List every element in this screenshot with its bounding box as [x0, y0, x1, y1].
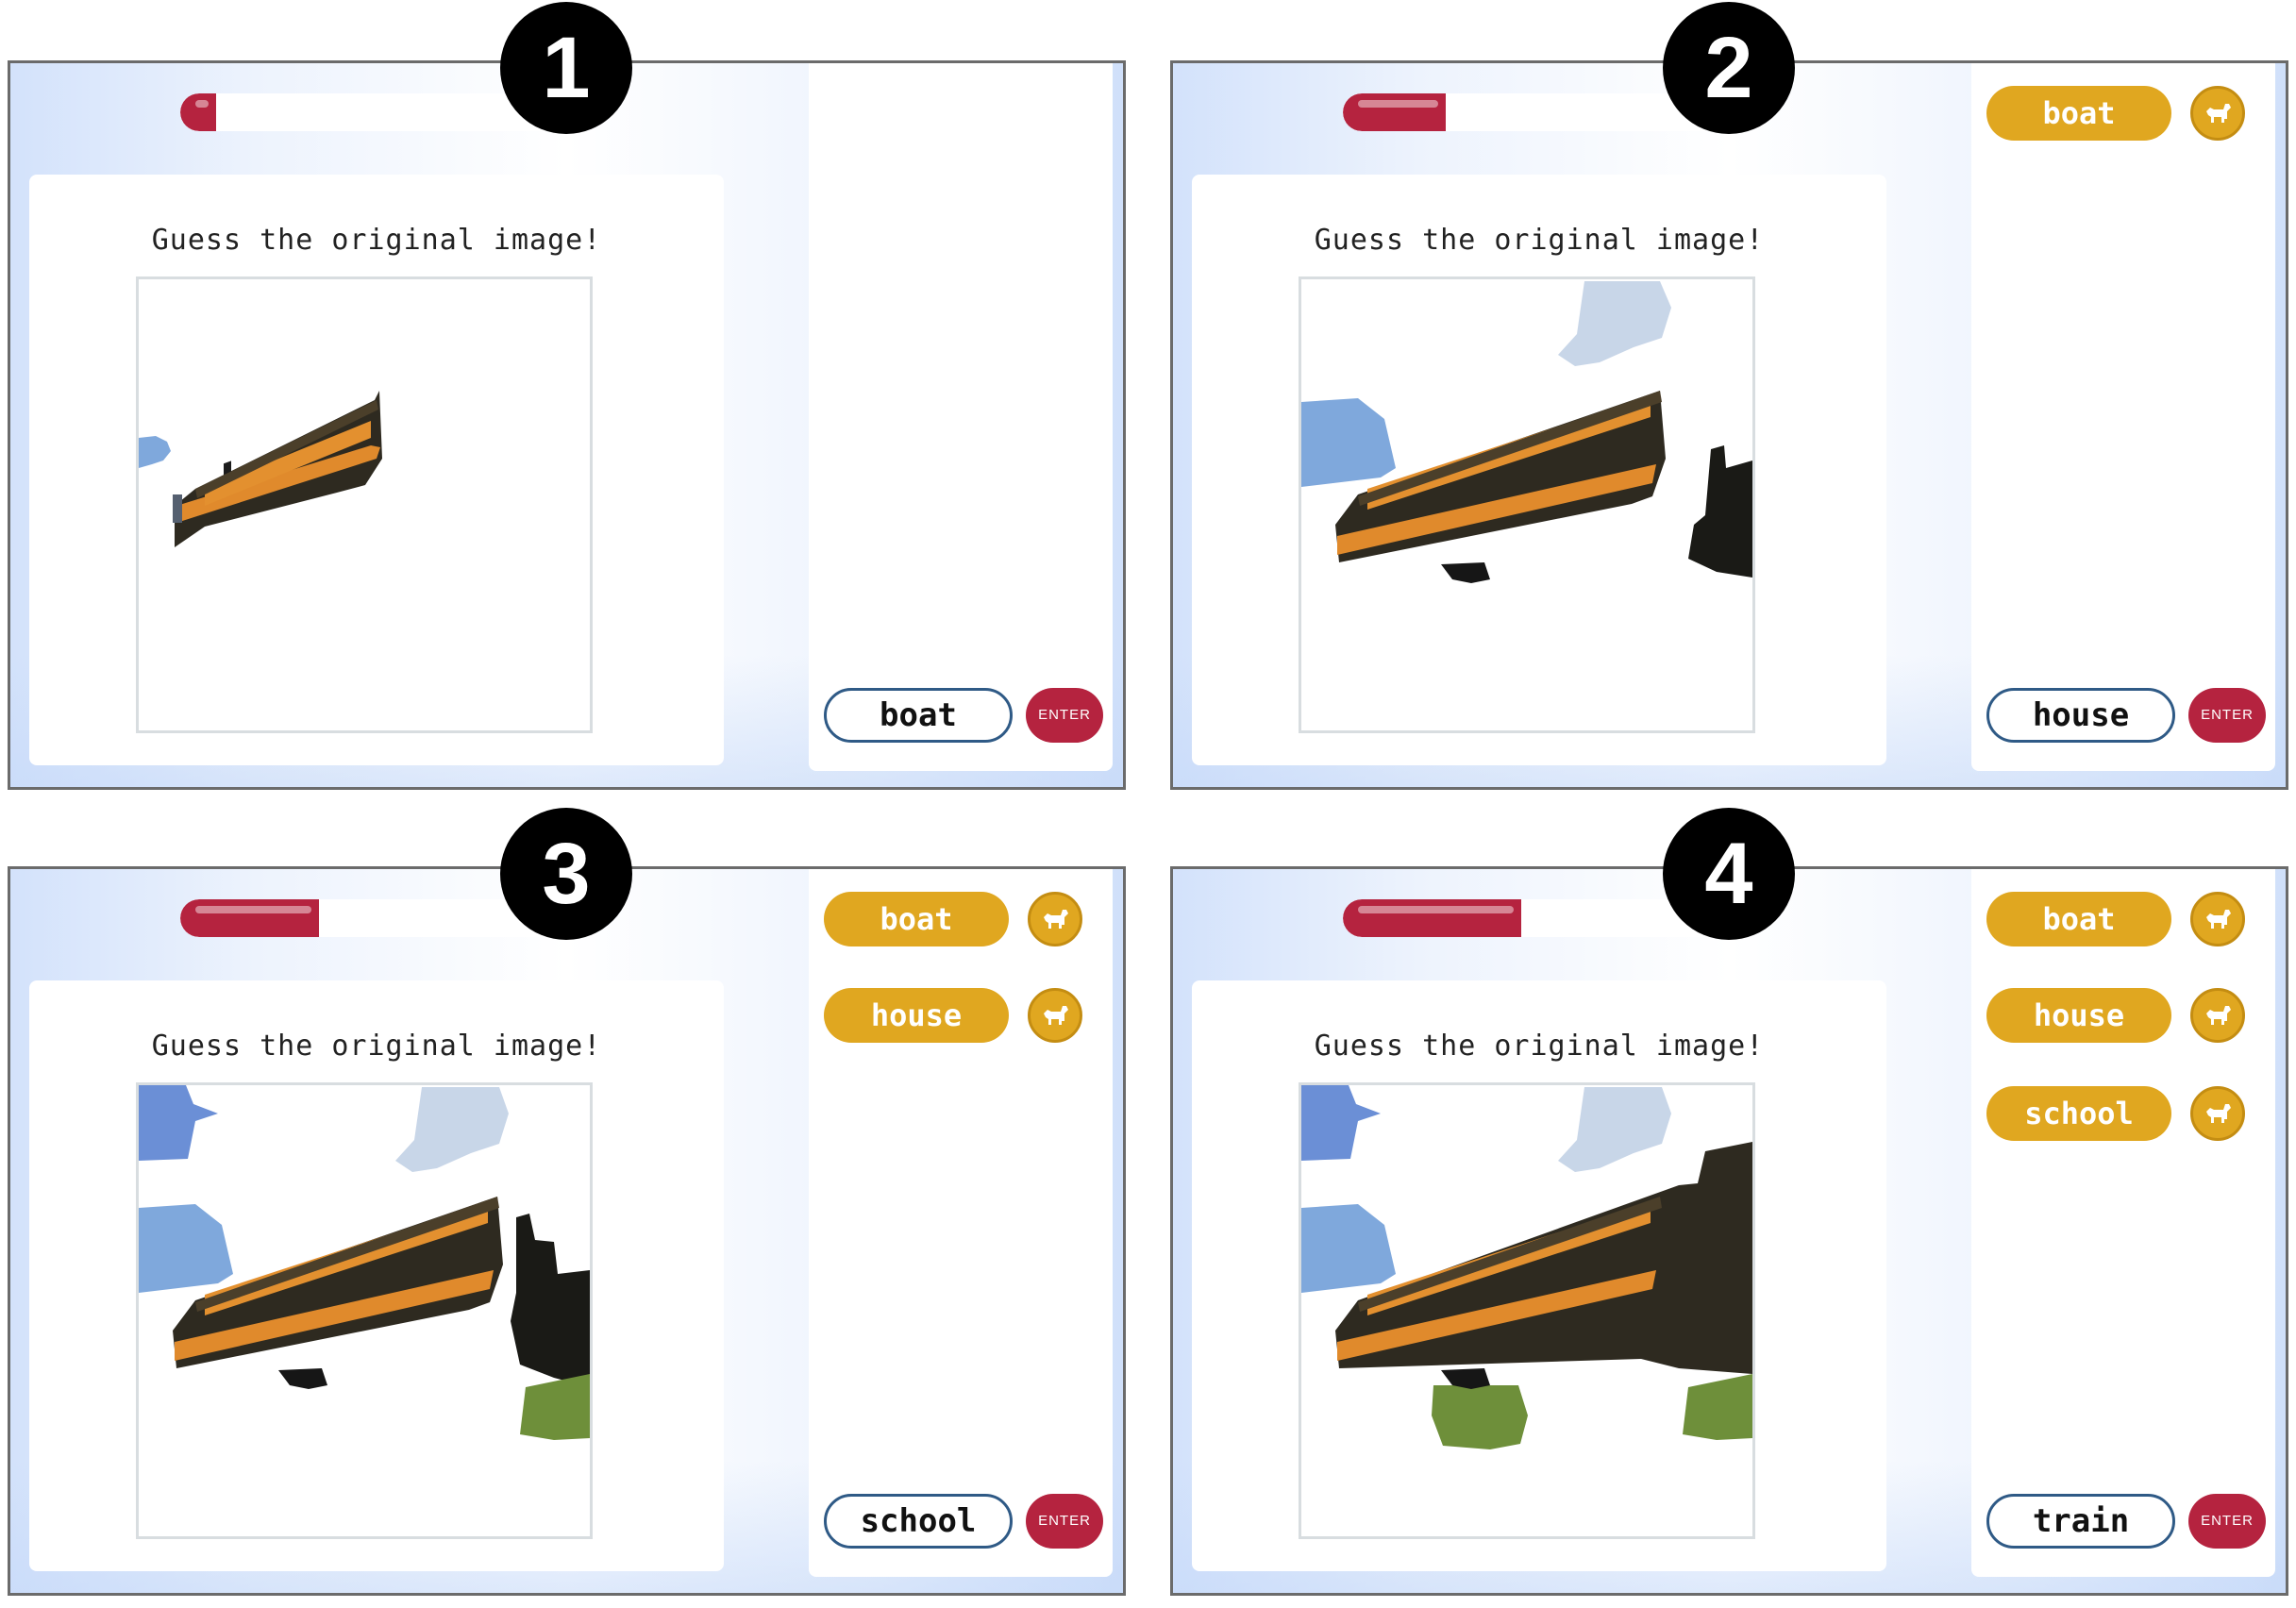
panel-step-3: Guess the original image! boat house sch…	[8, 866, 1126, 1596]
revealed-image	[136, 276, 593, 733]
dog-icon	[1028, 988, 1082, 1043]
game-card: Guess the original image!	[29, 175, 724, 765]
step-badge: 3	[500, 808, 632, 940]
panel-step-4: Guess the original image! boat house sch…	[1170, 866, 2288, 1596]
game-card: Guess the original image!	[1192, 175, 1886, 765]
guess-chip: house	[1986, 988, 2171, 1043]
step-badge: 4	[1663, 808, 1795, 940]
enter-button[interactable]: ENTER	[2188, 688, 2266, 743]
revealed-image	[1299, 276, 1755, 733]
game-card: Guess the original image!	[29, 980, 724, 1571]
step-badge: 1	[500, 2, 632, 134]
progress-fill	[180, 899, 319, 937]
revealed-image	[1299, 1082, 1755, 1539]
step-badge: 2	[1663, 2, 1795, 134]
guess-input[interactable]: boat	[824, 688, 1013, 743]
partial-train-image	[139, 1085, 590, 1440]
guess-input[interactable]: house	[1986, 688, 2175, 743]
guess-sidebar: boat house school train ENTER	[1971, 869, 2275, 1577]
revealed-image	[136, 1082, 593, 1539]
guess-sidebar: boat ENTER	[809, 63, 1113, 771]
progress-fill	[1343, 93, 1447, 131]
prompt-text: Guess the original image!	[151, 1030, 602, 1063]
partial-train-image	[1301, 281, 1752, 583]
guess-input[interactable]: school	[824, 1494, 1013, 1549]
guess-sidebar: boat house school ENTER	[809, 869, 1113, 1577]
guess-input[interactable]: train	[1986, 1494, 2175, 1549]
prompt-text: Guess the original image!	[1314, 224, 1765, 257]
guess-sidebar: boat house ENTER	[1971, 63, 2275, 771]
enter-button[interactable]: ENTER	[1026, 1494, 1103, 1549]
progress-fill	[1343, 899, 1521, 937]
guess-chip: school	[1986, 1086, 2171, 1141]
panel-step-2: Guess the original image! boat house ENT…	[1170, 60, 2288, 790]
guess-chip: house	[824, 988, 1009, 1043]
prompt-text: Guess the original image!	[151, 224, 602, 257]
enter-button[interactable]: ENTER	[2188, 1494, 2266, 1549]
game-card: Guess the original image!	[1192, 980, 1886, 1571]
guess-chip: boat	[824, 892, 1009, 946]
dog-icon	[2190, 86, 2245, 141]
progress-fill	[180, 93, 216, 131]
dog-icon	[2190, 892, 2245, 946]
guess-chip: boat	[1986, 86, 2171, 141]
guess-chip: boat	[1986, 892, 2171, 946]
prompt-text: Guess the original image!	[1314, 1030, 1765, 1063]
dog-icon	[2190, 988, 2245, 1043]
partial-train-image	[139, 391, 382, 547]
partial-train-image	[1301, 1085, 1752, 1449]
panel-step-1: Guess the original image! boat ENTER	[8, 60, 1126, 790]
dog-icon	[1028, 892, 1082, 946]
dog-icon	[2190, 1086, 2245, 1141]
enter-button[interactable]: ENTER	[1026, 688, 1103, 743]
